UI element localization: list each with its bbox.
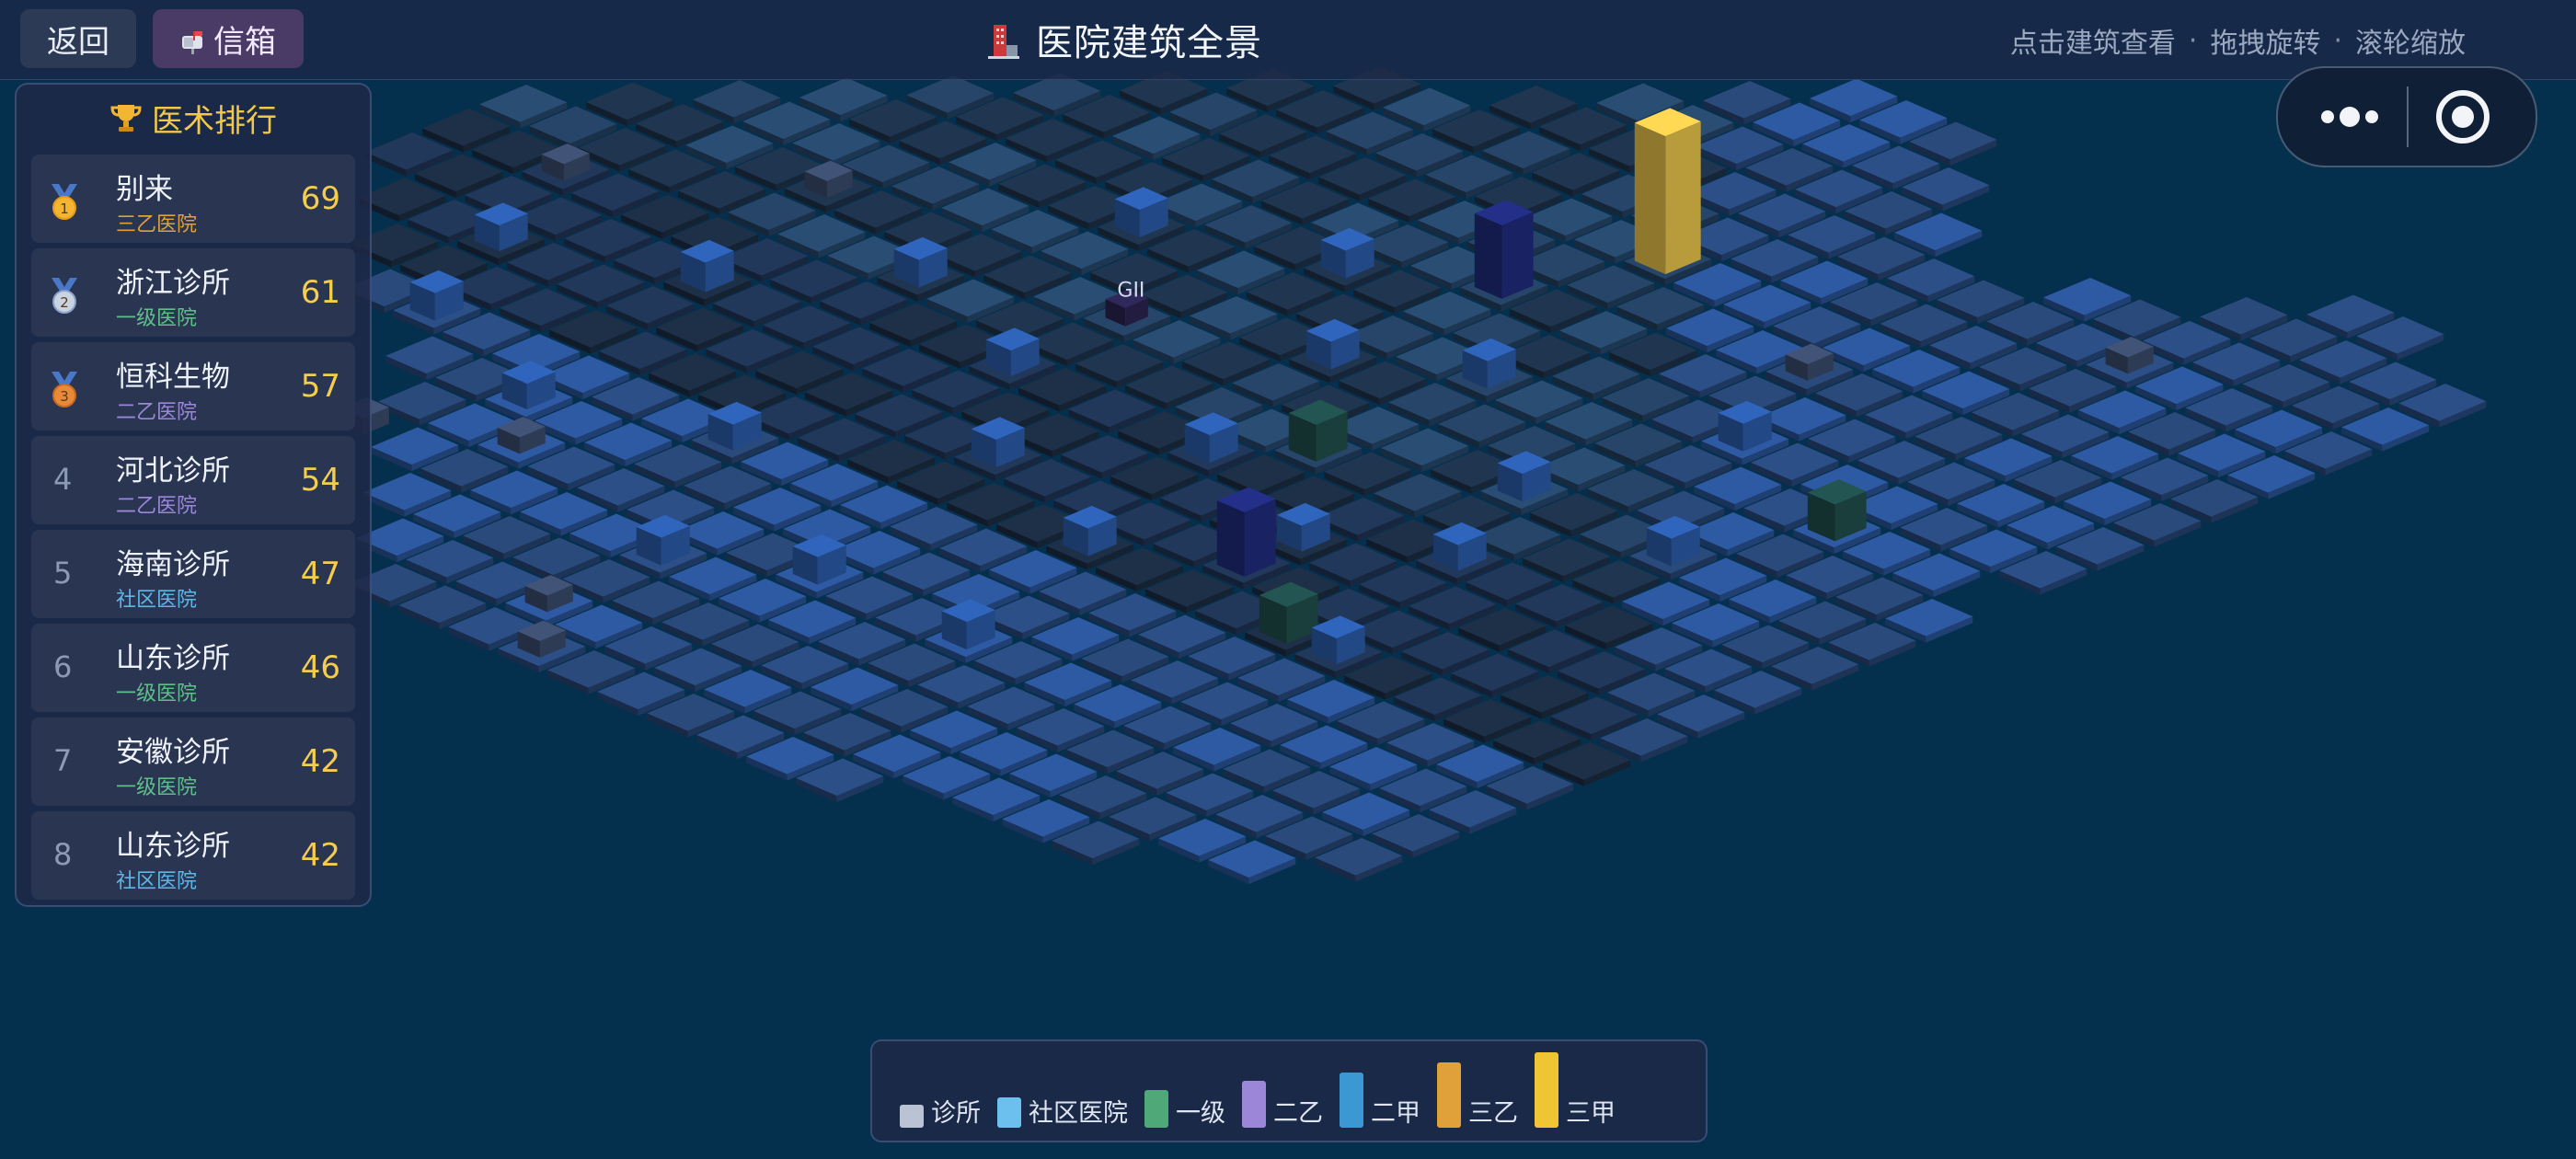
hospital-building-face xyxy=(1244,499,1276,577)
top-bar: 返回 信箱 医院建筑全景 点击建筑查看 · 拖拽旋转 · 滚轮缩放 xyxy=(0,0,2576,80)
legend-item: 诊所 xyxy=(900,1100,981,1128)
legend-label: 二乙 xyxy=(1273,1099,1323,1128)
hint-drag: 拖拽旋转 xyxy=(2210,28,2321,60)
gold-medal-icon: 1 xyxy=(52,184,77,220)
legend-swatch xyxy=(1340,1073,1363,1128)
medical-score: 57 xyxy=(300,368,340,405)
rank-number: 7 xyxy=(53,743,73,778)
legend-swatch xyxy=(1535,1052,1558,1128)
hint-click: 点击建筑查看 xyxy=(2009,28,2176,60)
ranking-list: 1 别来 三乙医院 69 2 浙江诊所 一级医院 61 3 恒科生物 二乙医院 57 4… xyxy=(31,155,355,905)
more-options-icon[interactable] xyxy=(2313,94,2386,140)
hospital-building-face xyxy=(1474,212,1502,299)
hospital-name: 山东诊所 xyxy=(116,642,230,675)
hospital-name: 别来 xyxy=(116,173,173,206)
ranking-row[interactable]: 7 安徽诊所 一级医院 42 xyxy=(31,717,355,806)
hospital-name: 恒科生物 xyxy=(116,361,230,394)
legend-swatch xyxy=(1437,1062,1461,1128)
top-hospital-tower-face xyxy=(1634,122,1666,275)
medical-score: 46 xyxy=(300,649,340,686)
svg-text:2: 2 xyxy=(60,294,69,311)
legend-label: 二甲 xyxy=(1371,1099,1420,1128)
trophy-icon xyxy=(110,105,142,132)
hospital-name: 山东诊所 xyxy=(116,830,230,863)
hint-separator: · xyxy=(2333,24,2342,57)
hospital-level: 二乙医院 xyxy=(116,495,198,518)
ranking-panel: 医术排行 1 别来 三乙医院 69 2 浙江诊所 一级医院 61 3 恒科生物 二乙医… xyxy=(15,83,372,907)
ranking-row[interactable]: 1 别来 三乙医院 69 xyxy=(31,155,355,243)
hospital-building-face xyxy=(1501,212,1534,299)
medical-score: 54 xyxy=(300,462,340,499)
back-button[interactable]: 返回 xyxy=(20,9,136,68)
rank-number: 8 xyxy=(53,837,73,872)
legend-item: 三甲 xyxy=(1535,1052,1616,1128)
legend-label: 诊所 xyxy=(931,1099,981,1128)
legend-label: 三乙 xyxy=(1468,1099,1518,1128)
mailbox-label: 信箱 xyxy=(213,23,276,61)
ranking-title: 医术排行 xyxy=(152,102,277,140)
mailbox-icon xyxy=(180,26,208,54)
hospital-level: 二乙医院 xyxy=(116,401,198,424)
medical-score: 42 xyxy=(300,837,340,874)
hospital-level: 社区医院 xyxy=(116,870,198,893)
hospital-level: 一级医院 xyxy=(116,307,198,330)
rank-number: 6 xyxy=(53,649,73,684)
hospital-building-face xyxy=(1216,499,1245,577)
top-hospital-tower-face xyxy=(1665,121,1701,275)
hospital-name: 浙江诊所 xyxy=(116,267,230,300)
hospital-level: 一级医院 xyxy=(116,776,198,799)
page-title-group: 医院建筑全景 xyxy=(981,11,1262,68)
ranking-row[interactable]: 2 浙江诊所 一级医院 61 xyxy=(31,248,355,337)
ranking-row[interactable]: 8 山东诊所 社区医院 42 xyxy=(31,811,355,900)
hospital-city-scene[interactable]: GII xyxy=(0,0,2576,1159)
legend-swatch xyxy=(900,1105,924,1128)
medical-score: 42 xyxy=(300,743,340,780)
legend-items: 诊所 社区医院 一级 二乙 二甲 三乙 三甲 xyxy=(900,1052,1616,1128)
legend-item: 二乙 xyxy=(1242,1081,1323,1128)
legend-label: 社区医院 xyxy=(1029,1099,1128,1128)
hint-zoom: 滚轮缩放 xyxy=(2355,28,2466,60)
legend-item: 三乙 xyxy=(1437,1062,1518,1128)
svg-text:1: 1 xyxy=(60,201,69,217)
ranking-row[interactable]: 3 恒科生物 二乙医院 57 xyxy=(31,342,355,430)
building-sign-label: GII xyxy=(1117,279,1144,302)
rank-number: 5 xyxy=(53,556,73,591)
ranking-row[interactable]: 6 山东诊所 一级医院 46 xyxy=(31,624,355,712)
ranking-row[interactable]: 4 河北诊所 二乙医院 54 xyxy=(31,436,355,524)
close-miniprogram-icon[interactable] xyxy=(2432,86,2493,147)
bronze-medal-icon: 3 xyxy=(52,372,77,407)
legend-swatch xyxy=(1242,1081,1266,1128)
ranking-row[interactable]: 5 海南诊所 社区医院 47 xyxy=(31,530,355,618)
legend-item: 二甲 xyxy=(1340,1073,1420,1128)
legend-item: 社区医院 xyxy=(997,1097,1128,1128)
hospital-name: 海南诊所 xyxy=(116,548,230,581)
hospital-name: 河北诊所 xyxy=(116,454,230,488)
legend-label: 一级 xyxy=(1176,1099,1225,1128)
medical-score: 69 xyxy=(300,180,340,217)
capsule-divider xyxy=(2407,86,2409,147)
hospital-tower-icon xyxy=(988,25,1019,59)
hint-separator: · xyxy=(2188,24,2198,57)
ranking-header: 医术排行 xyxy=(17,94,370,142)
hospital-level: 社区医院 xyxy=(116,589,198,612)
hospital-level: 一级医院 xyxy=(116,683,198,706)
miniprogram-capsule xyxy=(2276,66,2537,167)
legend-swatch xyxy=(1144,1090,1168,1128)
legend-swatch xyxy=(997,1097,1021,1128)
mailbox-button[interactable]: 信箱 xyxy=(153,9,304,68)
legend-label: 三甲 xyxy=(1566,1099,1616,1128)
medical-score: 47 xyxy=(300,556,340,592)
medical-score: 61 xyxy=(300,274,340,311)
hospital-level: 三乙医院 xyxy=(116,213,198,236)
level-legend: 诊所 社区医院 一级 二乙 二甲 三乙 三甲 xyxy=(870,1039,1708,1142)
page-title: 医院建筑全景 xyxy=(1036,22,1262,64)
rank-number: 4 xyxy=(53,462,73,497)
hospital-name: 安徽诊所 xyxy=(116,736,230,769)
silver-medal-icon: 2 xyxy=(52,278,77,314)
legend-item: 一级 xyxy=(1144,1090,1225,1128)
controls-hint: 点击建筑查看 · 拖拽旋转 · 滚轮缩放 xyxy=(2010,20,2466,61)
svg-text:3: 3 xyxy=(60,388,69,405)
